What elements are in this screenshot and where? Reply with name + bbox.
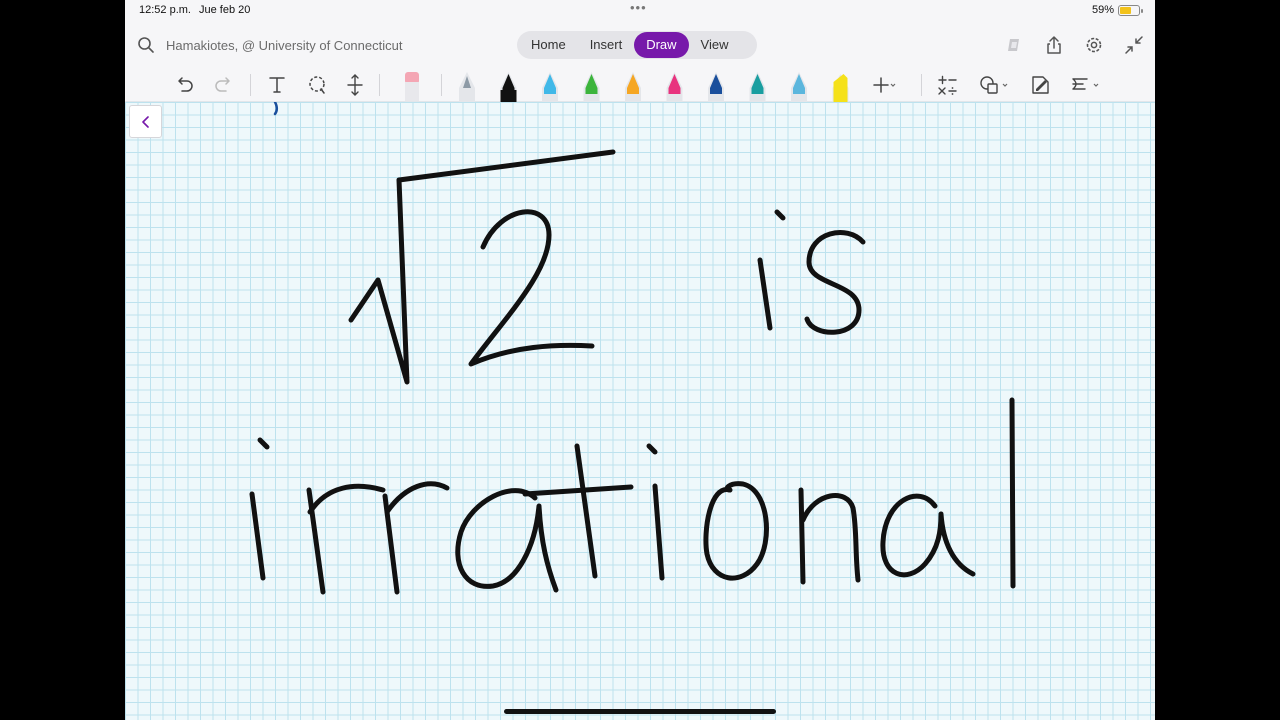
status-date: Jue feb 20 [199,4,251,16]
eraser-icon[interactable] [402,68,422,101]
pen-black-icon[interactable] [500,72,517,102]
handwriting-ink[interactable] [125,102,1155,720]
pen-pink-icon[interactable] [666,72,683,102]
share-icon[interactable] [1044,35,1064,55]
pen-dark-blue-icon[interactable] [708,72,724,102]
shapes-icon[interactable] [977,72,1013,98]
tab-view[interactable]: View [689,32,741,58]
pencil-icon[interactable] [459,72,475,102]
status-bar: 12:52 p.m. Jue feb 20 ••• 59% [125,0,1155,22]
redo-icon[interactable] [211,72,237,98]
ink-to-math-icon[interactable] [934,72,960,98]
notebook-path[interactable]: Hamakiotes, @ University of Connecticut [166,38,402,53]
pen-sky-icon[interactable] [791,72,807,102]
tab-home[interactable]: Home [519,32,578,58]
copilot-icon[interactable] [1004,35,1024,55]
pen-orange-icon[interactable] [625,72,641,102]
tab-draw[interactable]: Draw [634,32,689,58]
add-space-icon[interactable] [342,72,368,98]
ink-to-shape-icon[interactable] [1027,72,1053,98]
multitasking-dots[interactable]: ••• [630,0,647,15]
battery-fill [1120,7,1131,14]
text-tool-icon[interactable] [264,72,290,98]
battery-icon [1118,5,1143,16]
add-pen-icon[interactable] [870,72,896,98]
title-bar: Hamakiotes, @ University of Connecticut … [125,22,1155,68]
pen-green-icon[interactable] [583,72,600,102]
pen-teal-icon[interactable] [749,72,766,102]
toolbar-separator [441,74,442,96]
toolbar-separator [379,74,380,96]
status-time: 12:52 p.m. [139,4,191,16]
draw-toolbar [125,68,1155,102]
collapse-icon[interactable] [1124,35,1144,55]
pen-light-blue-icon[interactable] [542,72,558,102]
toolbar-separator [250,74,251,96]
ruler-icon[interactable] [1068,72,1104,98]
onenote-screen: 12:52 p.m. Jue feb 20 ••• 59% Hamakiotes… [125,0,1155,720]
lasso-select-icon[interactable] [304,72,330,98]
home-indicator[interactable] [504,709,776,714]
back-button[interactable] [129,105,162,138]
pen-tray [459,72,849,102]
undo-icon[interactable] [171,72,197,98]
ribbon-tabs: Home Insert Draw View [517,31,757,59]
chevron-left-icon [141,115,149,128]
tab-insert[interactable]: Insert [578,32,635,58]
settings-icon[interactable] [1084,35,1104,55]
battery-percentage: 59% [1092,4,1115,16]
toolbar-separator [921,74,922,96]
highlighter-yellow-icon[interactable] [832,74,849,102]
search-icon[interactable] [137,36,155,54]
